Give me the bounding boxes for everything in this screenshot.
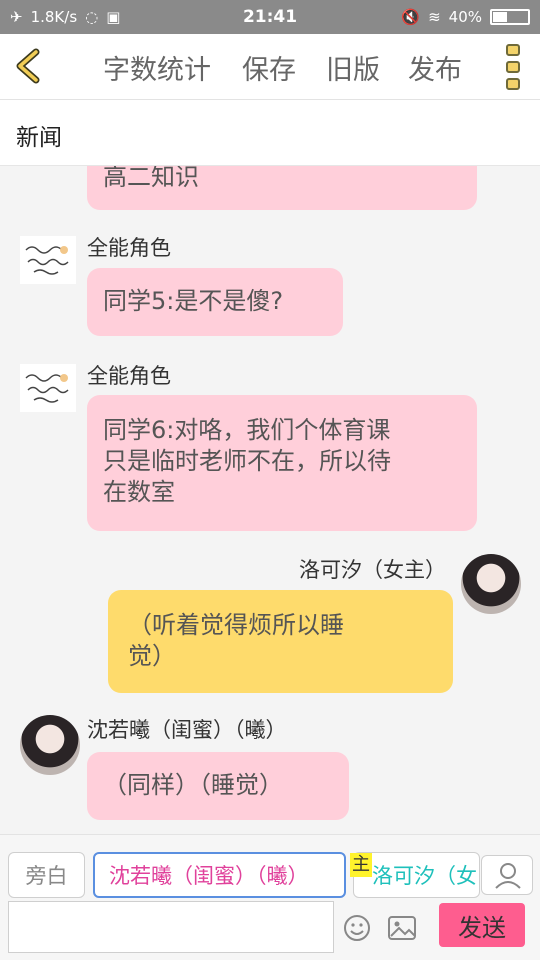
top-toolbar: 字数统计 保存 旧版 发布: [0, 34, 540, 100]
add-role-button[interactable]: [481, 855, 533, 895]
avatar-logo-icon: [25, 374, 69, 403]
category-label: 新闻: [16, 125, 62, 151]
speaker-name: 全能角色: [87, 364, 171, 388]
composer: 旁白 沈若曦（闺蜜）（曦） 洛可汐（女 主 发送: [0, 834, 540, 960]
old-version-button[interactable]: 旧版: [326, 48, 380, 87]
image-icon: [388, 916, 416, 940]
message-text-line: 只是临时老师不在，所以待: [103, 447, 391, 475]
chevron-left-icon: [16, 48, 40, 84]
mute-icon: 🔇: [401, 8, 421, 26]
image-button[interactable]: [386, 913, 418, 943]
message-bubble[interactable]: 高二知识: [87, 166, 477, 210]
role-other-button[interactable]: 洛可汐（女: [353, 852, 480, 898]
message-bubble[interactable]: 同学6:对咯，我们个体育课 只是临时老师不在，所以待 在数室: [87, 395, 477, 531]
speaker-name: 洛可汐（女主）: [299, 558, 446, 582]
emoji-icon: [344, 915, 370, 941]
battery-percent: 40%: [448, 8, 482, 26]
role-other-label: 洛可汐（女: [372, 864, 477, 888]
speaker-name: 沈若曦（闺蜜）（曦）: [87, 718, 287, 742]
speaker-name: 全能角色: [87, 236, 171, 260]
emoji-button[interactable]: [342, 913, 372, 943]
battery-fill: [493, 12, 508, 22]
avatar-logo-icon: [25, 246, 69, 275]
category-row[interactable]: 新闻: [0, 100, 540, 166]
send-button[interactable]: 发送: [439, 903, 525, 947]
narration-button[interactable]: 旁白: [8, 852, 85, 898]
avatar[interactable]: [20, 236, 76, 284]
battery-icon: [490, 9, 530, 25]
message-bubble[interactable]: （听着觉得烦所以睡 觉）: [108, 590, 453, 693]
message-text-line: 在数室: [103, 478, 175, 506]
word-count-button[interactable]: 字数统计: [103, 48, 211, 87]
status-right: 🔇 ≋ 40%: [401, 8, 530, 26]
message-text: 高二知识: [103, 166, 199, 191]
avatar[interactable]: [20, 364, 76, 412]
role-selected-button[interactable]: 沈若曦（闺蜜）（曦）: [93, 852, 346, 898]
main-character-badge: 主: [350, 853, 372, 877]
role-selected-label: 沈若曦（闺蜜）（曦）: [109, 864, 309, 888]
message-text: 同学5:是不是傻?: [103, 287, 284, 315]
message-text-line: 觉）: [128, 642, 176, 670]
chat-area[interactable]: 高二知识 全能角色 同学5:是不是傻? 全能角色 同学6:对咯，我们个体育课 只…: [0, 166, 540, 834]
status-bar: ✈ 1.8K/s ◌ ▣ 21:41 🔇 ≋ 40%: [0, 0, 540, 34]
message-text: （同样）（睡觉）: [103, 771, 283, 799]
back-button[interactable]: [10, 46, 50, 86]
wifi-icon: ≋: [428, 8, 441, 26]
message-text-line: 同学6:对咯，我们个体育课: [103, 416, 391, 444]
send-label: 发送: [458, 913, 506, 942]
message-bubble[interactable]: （同样）（睡觉）: [87, 752, 349, 820]
message-bubble[interactable]: 同学5:是不是傻?: [87, 268, 343, 336]
message-text-line: （听着觉得烦所以睡: [128, 611, 344, 639]
avatar[interactable]: [20, 715, 80, 775]
person-icon: [495, 863, 521, 889]
avatar[interactable]: [461, 554, 521, 614]
more-menu-icon[interactable]: [506, 44, 522, 90]
publish-button[interactable]: 发布: [408, 48, 462, 87]
save-button[interactable]: 保存: [242, 48, 296, 87]
narration-label: 旁白: [25, 864, 68, 888]
message-input[interactable]: [8, 901, 334, 953]
